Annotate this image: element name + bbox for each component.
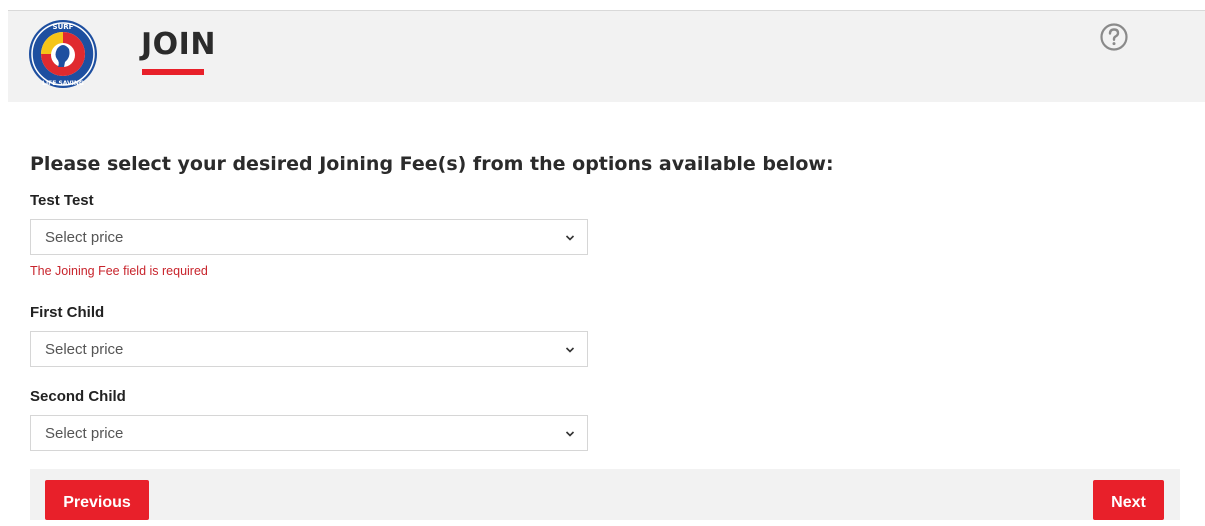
joining-fee-select-test-test[interactable]: Select price xyxy=(30,219,588,255)
joining-fee-select-second-child[interactable]: Select price xyxy=(30,415,588,451)
help-circle-icon[interactable] xyxy=(1099,22,1129,52)
next-button[interactable]: Next xyxy=(1093,480,1164,520)
page-title: JOIN xyxy=(141,27,216,62)
field-label-second-child: Second Child xyxy=(30,388,126,405)
joining-fee-select-first-child[interactable]: Select price xyxy=(30,331,588,367)
select-value: Select price xyxy=(45,229,124,246)
title-underline xyxy=(142,69,204,75)
form-heading: Please select your desired Joining Fee(s… xyxy=(30,153,834,175)
chevron-down-icon xyxy=(565,431,575,437)
previous-button[interactable]: Previous xyxy=(45,480,149,520)
select-value: Select price xyxy=(45,341,124,358)
svg-text:LIFE SAVING: LIFE SAVING xyxy=(42,80,84,87)
chevron-down-icon xyxy=(565,235,575,241)
field-error-message: The Joining Fee field is required xyxy=(30,264,208,278)
select-value: Select price xyxy=(45,425,124,442)
form-footer xyxy=(30,469,1180,520)
surf-life-saving-logo: SURF LIFE SAVING xyxy=(29,20,97,88)
field-label-first-child: First Child xyxy=(30,304,105,321)
field-label-test-test: Test Test xyxy=(30,192,94,209)
chevron-down-icon xyxy=(565,347,575,353)
page-header: SURF LIFE SAVING JOIN xyxy=(8,10,1205,102)
svg-text:SURF: SURF xyxy=(53,23,74,31)
